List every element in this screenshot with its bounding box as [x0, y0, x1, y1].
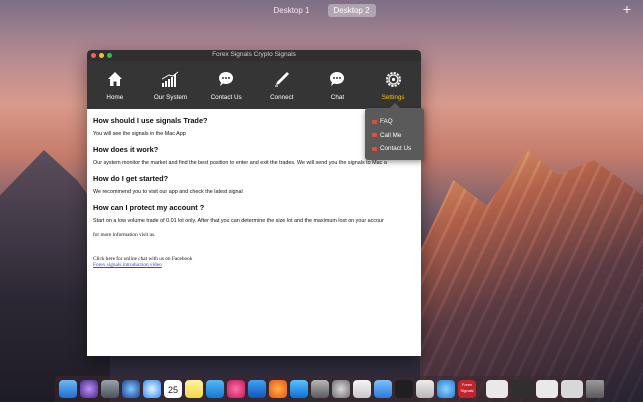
terminal-icon[interactable]	[395, 380, 413, 398]
toolbar-chat-label: Chat	[330, 94, 345, 101]
minimized-window-thumbnail[interactable]	[561, 380, 583, 398]
faq-answer-2: Our system monitor the market and find t…	[93, 160, 387, 166]
toolbar-home[interactable]: Home	[89, 70, 141, 101]
menu-item-contact-us-label: Contact Us	[380, 145, 412, 153]
window-title: Forex Signals Crypto Signals	[212, 51, 296, 58]
siri-icon[interactable]	[80, 380, 98, 398]
toolbar-settings-label: Settings	[381, 94, 405, 101]
trash-icon[interactable]	[586, 380, 604, 398]
menu-item-faq-label: FAQ	[380, 118, 393, 126]
dock: 25 Forex Signals	[55, 376, 604, 402]
toolbar-settings[interactable]: Settings	[367, 70, 419, 101]
pages-icon[interactable]	[416, 380, 434, 398]
mission-control-icon[interactable]	[122, 380, 140, 398]
menu-item-contact-us[interactable]: Contact Us	[365, 142, 424, 156]
gear-icon	[385, 70, 402, 88]
menu-item-call-me-label: Call Me	[380, 131, 402, 139]
space-desktop-2[interactable]: Desktop 2	[327, 3, 376, 17]
flag-icon	[372, 119, 377, 124]
notes-icon[interactable]	[185, 380, 203, 398]
toolbar-connect-label: Connect	[270, 94, 294, 101]
toolbar: Home Our System Contact Us Connect Chat	[87, 61, 421, 109]
faq-answer-3: We recommend you to visit our app and ch…	[93, 189, 243, 195]
faq-question-4: How can I protect my account ?	[93, 203, 205, 212]
speech-bubble-icon	[218, 70, 234, 88]
chat-bubble-icon	[329, 70, 345, 88]
toolbar-our-system-label: Our System	[153, 94, 188, 101]
window-titlebar: Forex Signals Crypto Signals	[87, 50, 421, 61]
itunes-icon[interactable]	[227, 380, 245, 398]
system-preferences-icon[interactable]	[311, 380, 329, 398]
app-window: Forex Signals Crypto Signals Home Our Sy…	[87, 50, 424, 356]
toolbar-chat[interactable]: Chat	[311, 70, 363, 101]
safari-icon[interactable]	[143, 380, 161, 398]
faq-answer-4: Start on a low volume trade of 0.01 lot …	[93, 218, 384, 224]
app-store-icon[interactable]	[290, 380, 308, 398]
menu-item-call-me[interactable]: Call Me	[365, 129, 424, 143]
home-icon	[107, 70, 123, 88]
flag-icon	[372, 146, 377, 151]
faq-question-3: How do I get started?	[93, 174, 169, 183]
finder-icon[interactable]	[59, 380, 77, 398]
minimized-window-thumbnail[interactable]	[486, 380, 508, 398]
toolbar-contact-us-label: Contact Us	[210, 94, 242, 101]
calendar-icon[interactable]: 25	[164, 380, 182, 398]
teamviewer-icon[interactable]	[437, 380, 455, 398]
pen-icon	[274, 70, 290, 88]
add-space-button[interactable]: +	[623, 2, 631, 16]
mission-control-spaces-bar: Desktop 1 Desktop 2 +	[0, 0, 643, 20]
intro-video-link[interactable]: Forex signals introduction video	[93, 262, 415, 268]
toolbar-home-label: Home	[106, 94, 124, 101]
xcode-icon[interactable]	[248, 380, 266, 398]
firefox-icon[interactable]	[269, 380, 287, 398]
skype-icon[interactable]	[206, 380, 224, 398]
forex-signals-app-icon[interactable]: Forex Signals	[458, 380, 476, 398]
minimized-window-thumbnail[interactable]	[536, 380, 558, 398]
flag-icon	[372, 133, 377, 138]
wallpaper-mountain-right	[420, 150, 643, 402]
toolbar-contact-us[interactable]: Contact Us	[200, 70, 252, 101]
bar-chart-icon	[161, 70, 179, 88]
launchpad-icon[interactable]	[101, 380, 119, 398]
preview-icon[interactable]	[374, 380, 392, 398]
settings-dropdown-menu: FAQ Call Me Contact Us	[365, 103, 424, 160]
menu-item-faq[interactable]: FAQ	[365, 115, 424, 129]
toolbar-our-system[interactable]: Our System	[144, 70, 196, 101]
more-info-text: for more information visit us.	[93, 232, 156, 238]
textedit-icon[interactable]	[353, 380, 371, 398]
photo-booth-icon[interactable]	[332, 380, 350, 398]
toolbar-connect[interactable]: Connect	[256, 70, 308, 101]
minimized-window-thumbnail[interactable]	[511, 380, 533, 398]
space-desktop-1[interactable]: Desktop 1	[267, 4, 315, 17]
